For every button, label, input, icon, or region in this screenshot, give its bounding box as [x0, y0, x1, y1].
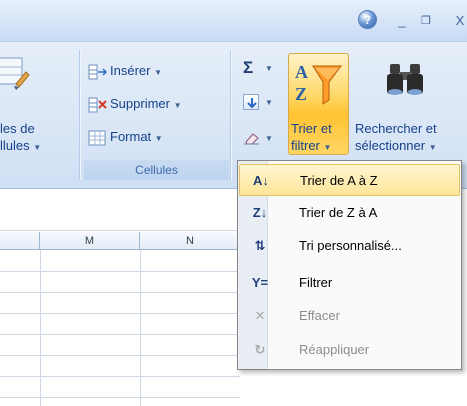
menu-item-label: Filtrer — [299, 275, 333, 290]
menu-item-sort-a-z[interactable]: A↓ Trier de A à Z — [239, 164, 460, 196]
svg-text:A: A — [295, 62, 308, 82]
column-header-n[interactable]: N — [140, 232, 240, 250]
cell-styles-label-2: llules ▼ — [0, 138, 42, 153]
sort-az-icon: A↓ — [253, 173, 269, 188]
help-icon[interactable]: ? — [358, 10, 377, 29]
autosum-icon: Σ — [243, 58, 254, 77]
clear-button[interactable]: ▼ — [243, 128, 283, 150]
fill-down-icon — [243, 94, 259, 110]
restore-button[interactable]: ❐ — [419, 14, 433, 28]
format-button[interactable]: Format ▼ — [88, 128, 218, 148]
menu-item-label: Trier de Z à A — [299, 205, 378, 220]
reapply-filter-icon: ↻ — [254, 342, 266, 357]
binoculars-icon — [387, 64, 423, 95]
filter-icon: Y= — [251, 275, 269, 290]
find-select-label-1: Rechercher et — [355, 121, 437, 136]
fill-button[interactable]: ▼ — [243, 92, 283, 114]
cells-group-label: Cellules — [84, 160, 229, 180]
sort-filter-icon: A Z — [295, 62, 342, 105]
menu-item-label: Effacer — [299, 308, 340, 323]
find-select-label-2: sélectionner ▼ — [355, 138, 437, 153]
minimize-button[interactable]: _ — [395, 14, 409, 28]
autosum-button[interactable]: Σ ▼ — [243, 58, 283, 80]
delete-cells-icon — [88, 97, 107, 113]
delete-button[interactable]: Supprimer ▼ — [88, 95, 218, 115]
menu-item-custom-sort[interactable]: ⇅ Tri personnalisé... — [239, 230, 460, 262]
sort-filter-label-1: Trier et — [291, 121, 332, 136]
sort-za-icon: Z↓ — [252, 205, 268, 220]
menu-item-filter[interactable]: Y= Filtrer — [239, 267, 460, 299]
insert-button[interactable]: Insérer ▼ — [88, 62, 218, 82]
sort-filter-label-2: filtrer ▼ — [291, 138, 332, 153]
worksheet-cells[interactable] — [0, 250, 240, 406]
formula-bar-area — [0, 189, 240, 231]
format-cells-icon — [88, 130, 106, 146]
column-header-m[interactable]: M — [40, 232, 140, 250]
cell-styles-button[interactable] — [0, 50, 30, 100]
svg-text:Z: Z — [295, 84, 307, 104]
cell-styles-icon — [0, 57, 30, 90]
cell-styles-label-1: les de — [0, 121, 35, 136]
menu-item-clear: ✕ Effacer — [239, 300, 460, 332]
menu-item-label: Réappliquer — [299, 342, 370, 357]
custom-sort-icon: ⇅ — [254, 238, 266, 253]
eraser-icon — [244, 133, 259, 145]
group-divider — [79, 50, 80, 180]
column-header-partial[interactable] — [0, 232, 40, 250]
insert-cells-icon — [88, 64, 108, 80]
menu-item-label: Trier de A à Z — [300, 173, 378, 188]
menu-item-label: Tri personnalisé... — [299, 238, 402, 253]
menu-item-reapply: ↻ Réappliquer — [239, 334, 460, 366]
close-button[interactable]: X — [453, 14, 467, 28]
clear-filter-icon: ✕ — [254, 308, 266, 323]
menu-item-sort-z-a[interactable]: Z↓ Trier de Z à A — [239, 197, 460, 229]
group-divider — [230, 50, 231, 180]
